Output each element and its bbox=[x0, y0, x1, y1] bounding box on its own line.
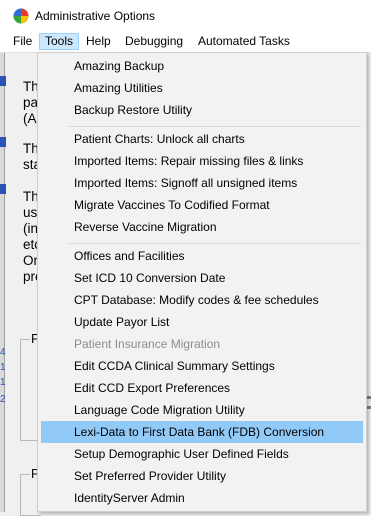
menu-item-setup-demographic-fields[interactable]: Setup Demographic User Defined Fields bbox=[41, 443, 363, 465]
menu-item-preferred-provider-utility[interactable]: Set Preferred Provider Utility bbox=[41, 465, 363, 487]
menu-item-backup-restore-utility[interactable]: Backup Restore Utility bbox=[41, 99, 363, 121]
menu-automated-tasks[interactable]: Automated Tasks bbox=[193, 33, 295, 50]
menu-item-lexi-data-fdb-conversion[interactable]: Lexi-Data to First Data Bank (FDB) Conve… bbox=[41, 421, 363, 443]
menu-item-reverse-vaccine-migration[interactable]: Reverse Vaccine Migration bbox=[41, 216, 363, 238]
row-number[interactable]: 2 bbox=[0, 394, 6, 405]
menu-item-identityserver-admin[interactable]: IdentityServer Admin bbox=[41, 487, 363, 509]
title-bar: Administrative Options bbox=[0, 0, 371, 31]
menu-tools[interactable]: Tools bbox=[39, 33, 80, 50]
row-number[interactable]: 4 bbox=[0, 347, 6, 358]
menu-item-amazing-utilities[interactable]: Amazing Utilities bbox=[41, 77, 363, 99]
left-frame bbox=[4, 53, 5, 512]
menu-file[interactable]: File bbox=[8, 33, 37, 50]
menu-bar: File Tools Help Debugging Automated Task… bbox=[0, 31, 371, 53]
menu-item-cpt-database[interactable]: CPT Database: Modify codes & fee schedul… bbox=[41, 289, 363, 311]
menu-item-language-code-migration[interactable]: Language Code Migration Utility bbox=[41, 399, 363, 421]
menu-debugging[interactable]: Debugging bbox=[120, 33, 188, 50]
tools-dropdown-menu: Amazing Backup Amazing Utilities Backup … bbox=[37, 52, 367, 512]
app-logo-icon bbox=[13, 8, 29, 24]
window-title: Administrative Options bbox=[35, 9, 156, 23]
menu-separator bbox=[69, 126, 361, 127]
menu-item-update-payor-list[interactable]: Update Payor List bbox=[41, 311, 363, 333]
menu-item-edit-ccd-export[interactable]: Edit CCD Export Preferences bbox=[41, 377, 363, 399]
menu-help[interactable]: Help bbox=[81, 33, 116, 50]
menu-item-migrate-vaccines[interactable]: Migrate Vaccines To Codified Format bbox=[41, 194, 363, 216]
menu-item-patient-insurance-migration: Patient Insurance Migration bbox=[74, 337, 221, 351]
menu-item-amazing-backup[interactable]: Amazing Backup bbox=[41, 55, 363, 77]
row-number[interactable]: 1 bbox=[0, 377, 6, 388]
menu-separator bbox=[69, 243, 361, 244]
menu-item-signoff-unsigned-items[interactable]: Imported Items: Signoff all unsigned ite… bbox=[41, 172, 363, 194]
menu-item-repair-missing-files[interactable]: Imported Items: Repair missing files & l… bbox=[41, 150, 363, 172]
menu-item-unlock-all-charts[interactable]: Patient Charts: Unlock all charts bbox=[41, 128, 363, 150]
row-marker bbox=[0, 184, 6, 194]
row-marker bbox=[0, 137, 6, 147]
row-number[interactable]: 1 bbox=[0, 362, 6, 373]
menu-item-edit-ccda-settings[interactable]: Edit CCDA Clinical Summary Settings bbox=[41, 355, 363, 377]
row-marker bbox=[0, 76, 6, 86]
menu-item-icd10-conversion-date[interactable]: Set ICD 10 Conversion Date bbox=[41, 267, 363, 289]
menu-item-offices-and-facilities[interactable]: Offices and Facilities bbox=[41, 245, 363, 267]
